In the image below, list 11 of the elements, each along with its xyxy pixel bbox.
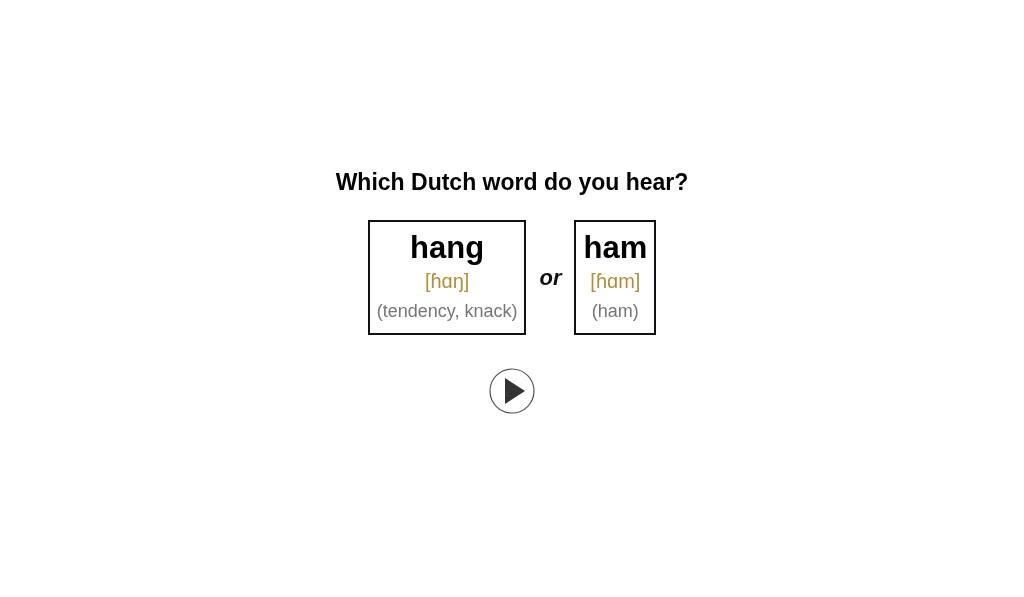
word-text: hang	[410, 230, 485, 266]
word-card[interactable]: hang [ɦɑŋ] (tendency, knack)	[367, 220, 527, 335]
separator-text: or	[539, 264, 562, 291]
question-text: Which Dutch word do you hear?	[335, 169, 689, 196]
ipa-text: [ɦɑŋ]	[424, 269, 470, 294]
play-button[interactable]	[489, 368, 535, 414]
ipa-text: [ɦɑm]	[590, 269, 641, 294]
gloss-text: (tendency, knack)	[376, 300, 518, 323]
gloss-text: (ham)	[591, 300, 639, 323]
word-card[interactable]: ham [ɦɑm] (ham)	[574, 220, 657, 335]
word-text: ham	[583, 230, 648, 266]
